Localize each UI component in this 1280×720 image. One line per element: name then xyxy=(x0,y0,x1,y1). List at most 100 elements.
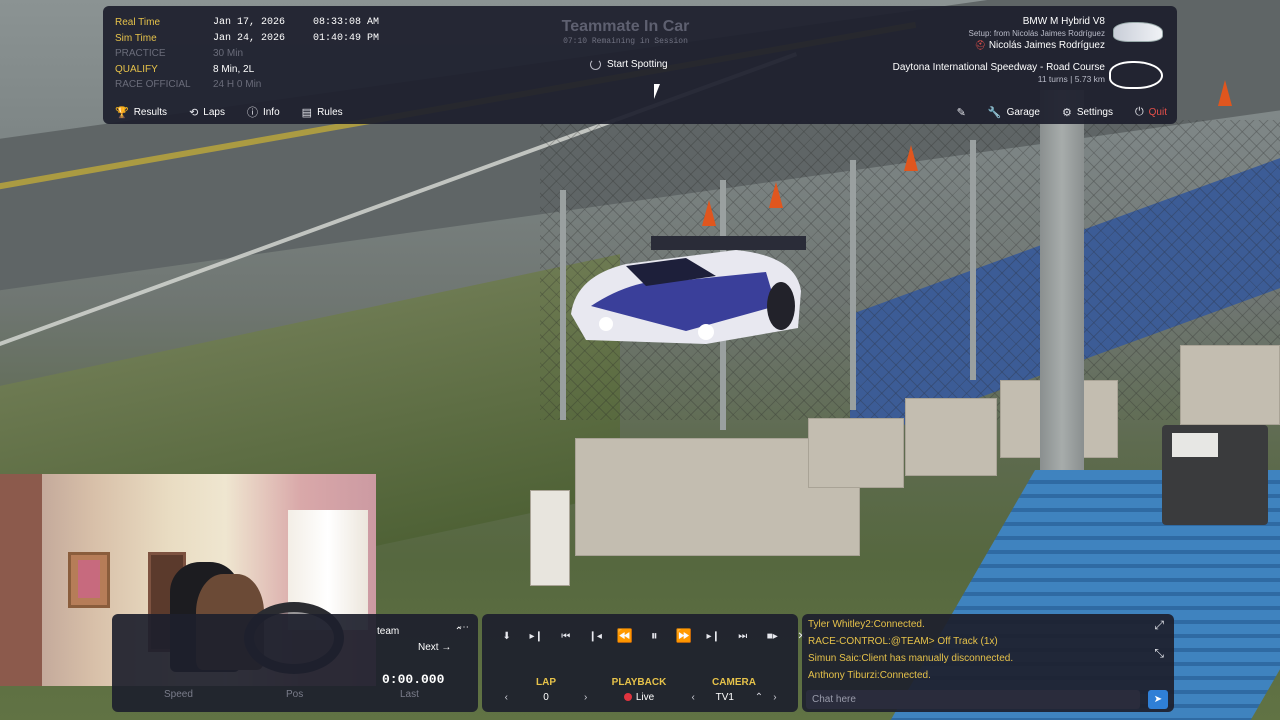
live-label: Live xyxy=(635,692,655,703)
lap-prev-icon[interactable]: ‹ xyxy=(505,692,508,703)
car-setup: Setup: from Nicolás Jaimes Rodríguez xyxy=(968,29,1106,38)
live-indicator: Live xyxy=(623,692,655,703)
qualify-row: QUALIFY 8 Min, 2L xyxy=(115,62,379,78)
more-icon[interactable]: ⋯ xyxy=(459,622,469,633)
sim-time-date: Jan 24, 2026 xyxy=(213,32,286,44)
jersey-barrier xyxy=(530,490,570,586)
step-icon: ▸❙ xyxy=(529,630,543,642)
download-icon: ⬇ xyxy=(502,630,511,642)
webcam-picture xyxy=(78,560,100,598)
skip-end-button[interactable]: ⏭ xyxy=(728,627,758,645)
start-spotting-button[interactable]: Start Spotting xyxy=(590,56,668,73)
lap-label: LAP xyxy=(536,677,556,688)
info-button[interactable]: ⓘ Info xyxy=(235,100,290,124)
step-forward-button[interactable]: ▸❙ xyxy=(522,627,552,645)
laps-icon: ⟲ xyxy=(189,106,199,119)
fence-pole xyxy=(850,160,856,410)
fast-forward-icon: ⏩ xyxy=(675,628,692,643)
lap-time: 0:00.000 xyxy=(382,672,445,687)
quit-button[interactable]: ⏻ Quit xyxy=(1123,100,1177,124)
live-dot-icon xyxy=(623,693,632,702)
fast-forward-button[interactable]: ⏩ xyxy=(669,627,699,645)
edit-button[interactable]: ✎ xyxy=(945,100,976,124)
car-thumbnail xyxy=(1113,22,1163,42)
traffic-cone xyxy=(769,182,783,208)
car-track-info: BMW M Hybrid V8 Setup: from Nicolás Jaim… xyxy=(893,16,1105,84)
next-frame-icon: ▸❙ xyxy=(706,630,720,642)
camera-chevron-up-icon[interactable]: ⌃ xyxy=(755,692,763,703)
lap-control: ‹ 0 › xyxy=(492,692,600,703)
spotting-icon xyxy=(590,59,601,70)
race-status: OFFICIAL xyxy=(145,79,191,91)
gear-icon: ⚙ xyxy=(1061,106,1072,119)
practice-value: 30 Min xyxy=(213,48,244,60)
concrete-block xyxy=(905,398,997,476)
last-label: Last xyxy=(400,689,419,700)
laps-button[interactable]: ⟲ Laps xyxy=(177,100,235,124)
session-table: Real Time Jan 17, 2026 08:33:08 AM Sim T… xyxy=(115,15,379,93)
pos-label: Pos xyxy=(286,689,304,700)
camera-label: CAMERA xyxy=(712,677,756,688)
track-info: 11 turns | 5.73 km xyxy=(1037,74,1105,84)
chat-panel: Tyler Whitley2:Connected. RACE-CONTROL:@… xyxy=(802,614,1174,712)
real-time-date: Jan 17, 2026 xyxy=(213,17,286,29)
laps-label: Laps xyxy=(203,106,225,118)
info-icon: ⓘ xyxy=(246,107,258,119)
rules-label: Rules xyxy=(317,106,343,118)
rewind-button[interactable]: ⏪ xyxy=(610,627,640,645)
mouse-cursor-icon xyxy=(654,84,666,99)
track-turns: 11 turns xyxy=(1037,74,1068,84)
traffic-cone xyxy=(904,145,918,171)
skip-start-button[interactable]: ⏮ xyxy=(551,627,581,645)
settings-label: Settings xyxy=(1076,106,1113,118)
race-label: RACE xyxy=(115,79,143,91)
expand-icon[interactable]: ⤢ xyxy=(1154,618,1164,633)
lap-next-icon[interactable]: › xyxy=(584,692,587,703)
trophy-icon: 🏆 xyxy=(115,106,129,119)
race-car xyxy=(566,236,806,346)
camera-next-icon[interactable]: › xyxy=(773,692,776,703)
previous-button[interactable]: ❙◂ xyxy=(581,627,611,645)
chat-message: RACE-CONTROL:@TEAM> Off Track (1x) xyxy=(808,636,998,647)
rules-button[interactable]: ▤ Rules xyxy=(290,100,353,124)
camera-value[interactable]: TV1 xyxy=(705,692,745,703)
garage-button[interactable]: 🔧 Garage xyxy=(976,100,1050,124)
next-frame-button[interactable]: ▸❙ xyxy=(699,627,729,645)
camera-prev-icon[interactable]: ‹ xyxy=(691,692,694,703)
garage-label: Garage xyxy=(1006,106,1040,118)
playback-status: Live xyxy=(600,692,678,703)
playback-group: PLAYBACK Live xyxy=(600,677,678,703)
track-name: Daytona International Speedway - Road Co… xyxy=(892,62,1105,73)
rewind-icon: ⏪ xyxy=(616,628,633,643)
camera-group: CAMERA ‹ TV1 ⌃ › xyxy=(678,677,790,703)
power-icon: ⏻ xyxy=(1134,105,1144,118)
helmet-icon: ⛑ xyxy=(974,40,987,50)
results-button[interactable]: 🏆 Results xyxy=(103,100,177,124)
real-time-clock: 08:33:08 AM xyxy=(313,17,380,29)
webcam-door xyxy=(0,474,42,686)
next-label: Next xyxy=(418,642,439,653)
traffic-cone xyxy=(1218,80,1232,106)
concrete-block xyxy=(1180,345,1280,425)
driver-name: ⛑ Nicolás Jaimes Rodríguez xyxy=(893,40,1105,51)
collapse-icon[interactable]: ⤡ xyxy=(1154,646,1164,661)
team-selector[interactable]: team ⌃ ⋯ xyxy=(377,622,477,640)
track-map-thumbnail xyxy=(1109,61,1163,89)
save-replay-button[interactable]: ⬇ xyxy=(492,627,522,645)
settings-button[interactable]: ⚙ Settings xyxy=(1050,100,1123,124)
sim-time-row: Sim Time Jan 24, 2026 01:40:49 PM xyxy=(115,31,379,47)
quit-label: Quit xyxy=(1148,106,1167,118)
send-button[interactable]: ➤ xyxy=(1148,690,1168,709)
pencil-icon: ✎ xyxy=(956,106,966,119)
real-time-row: Real Time Jan 17, 2026 08:33:08 AM xyxy=(115,15,379,31)
driver-panel: team ⌃ ⋯ Next → 0:00.000 Speed Pos Last xyxy=(112,614,478,712)
speed-label: Speed xyxy=(164,689,193,700)
chat-input[interactable] xyxy=(806,690,1140,709)
race-label-group: RACE OFFICIAL xyxy=(115,79,213,90)
qualify-label: QUALIFY xyxy=(115,63,158,75)
next-button[interactable]: Next → xyxy=(418,642,451,653)
traffic-cone xyxy=(702,200,716,226)
camera-button[interactable]: ■▸ xyxy=(758,627,788,645)
pause-button[interactable]: ⏸ xyxy=(640,627,670,645)
wrench-icon: 🔧 xyxy=(987,106,1002,119)
